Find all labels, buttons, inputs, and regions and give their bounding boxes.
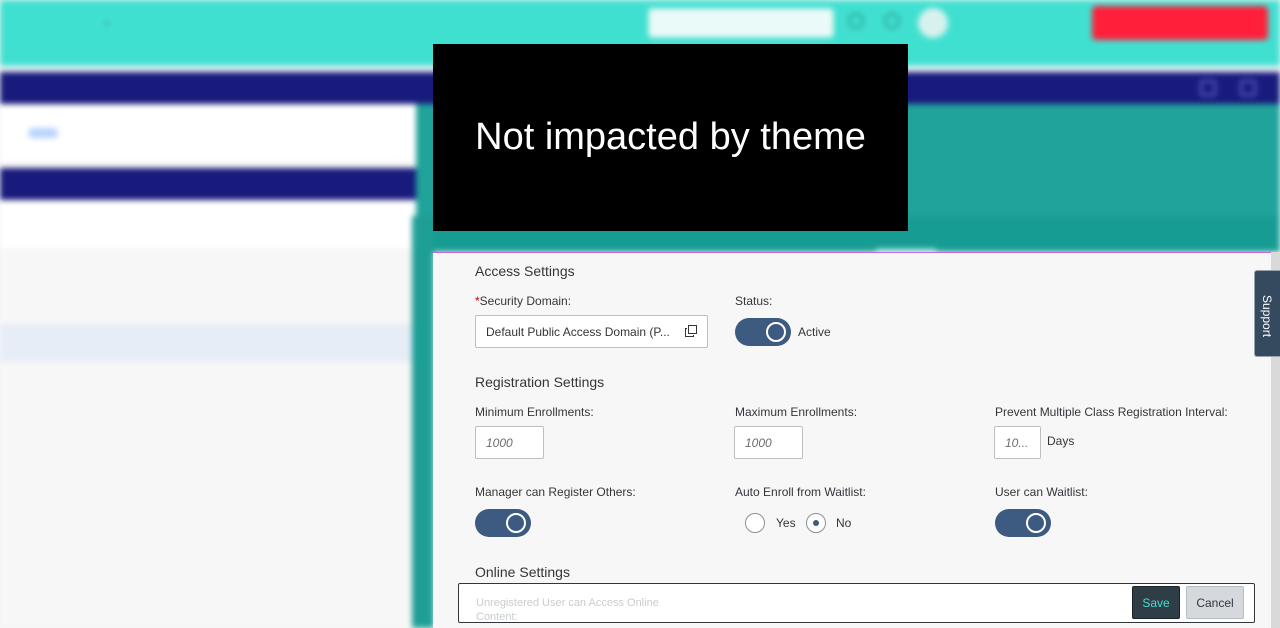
search-field: [648, 8, 834, 38]
copy-icon[interactable]: [685, 325, 697, 337]
min-enrollments-input[interactable]: 1000: [475, 426, 544, 459]
interval-unit: Days: [1047, 434, 1075, 448]
unregistered-access-label: Unregistered User can Access Online Cont…: [476, 597, 659, 623]
notification-icon: [848, 13, 864, 29]
status-toggle[interactable]: [735, 318, 791, 346]
toggle-knob: [1026, 513, 1046, 533]
max-enrollments-input[interactable]: 1000: [734, 426, 803, 459]
manager-register-toggle[interactable]: [475, 509, 531, 537]
prevent-interval-label: Prevent Multiple Class Registration Inte…: [995, 405, 1228, 419]
settings-icon: [1240, 80, 1256, 96]
breadcrumb: [0, 104, 416, 162]
security-domain-label: *Security Domain:: [475, 294, 572, 308]
online-settings-title: Online Settings: [475, 564, 570, 580]
manager-register-label: Manager can Register Others:: [475, 485, 636, 499]
min-enrollments-label: Minimum Enrollments:: [475, 405, 594, 419]
theme-notice-text: Not impacted by theme: [475, 116, 866, 158]
help-icon: [884, 13, 900, 29]
left-panel-toolbar: [0, 168, 416, 200]
nav-item-selected: [0, 324, 416, 362]
security-domain-field[interactable]: Default Public Access Domain (P...: [475, 315, 708, 348]
edit-icon: [1200, 80, 1216, 96]
save-button[interactable]: Save: [1132, 586, 1180, 619]
support-tab[interactable]: Support: [1254, 270, 1280, 357]
auto-enroll-label: Auto Enroll from Waitlist:: [735, 485, 866, 499]
user-waitlist-toggle[interactable]: [995, 509, 1051, 537]
max-enrollments-label: Maximum Enrollments:: [735, 405, 858, 419]
left-panel-header: [0, 200, 416, 248]
footer-toolbar: Unregistered User can Access Online Cont…: [458, 583, 1255, 623]
auto-enroll-no-label: No: [836, 516, 852, 530]
status-value: Active: [798, 325, 831, 339]
avatar: [918, 8, 948, 38]
auto-enroll-no-radio[interactable]: [806, 513, 826, 533]
support-label: Support: [1260, 295, 1274, 338]
security-domain-value: Default Public Access Domain (P...: [486, 325, 670, 339]
user-waitlist-label: User can Waitlist:: [995, 485, 1088, 499]
chevron-down-icon: ⌄: [102, 14, 113, 28]
shell-action-button: [1092, 6, 1268, 40]
panel-edge: [412, 216, 434, 628]
cancel-button[interactable]: Cancel: [1186, 586, 1244, 619]
toggle-knob: [506, 513, 526, 533]
theme-notice-banner: Not impacted by theme: [433, 44, 908, 231]
registration-settings-title: Registration Settings: [475, 374, 605, 390]
toggle-knob: [766, 322, 786, 342]
left-navigation-panel: [0, 104, 416, 628]
status-label: Status:: [735, 294, 773, 308]
access-settings-title: Access Settings: [475, 263, 575, 279]
auto-enroll-yes-label: Yes: [776, 516, 796, 530]
settings-form: Access Settings *Security Domain: Defaul…: [433, 252, 1271, 628]
auto-enroll-yes-radio[interactable]: [745, 513, 765, 533]
prevent-interval-input[interactable]: 10...: [994, 426, 1041, 459]
